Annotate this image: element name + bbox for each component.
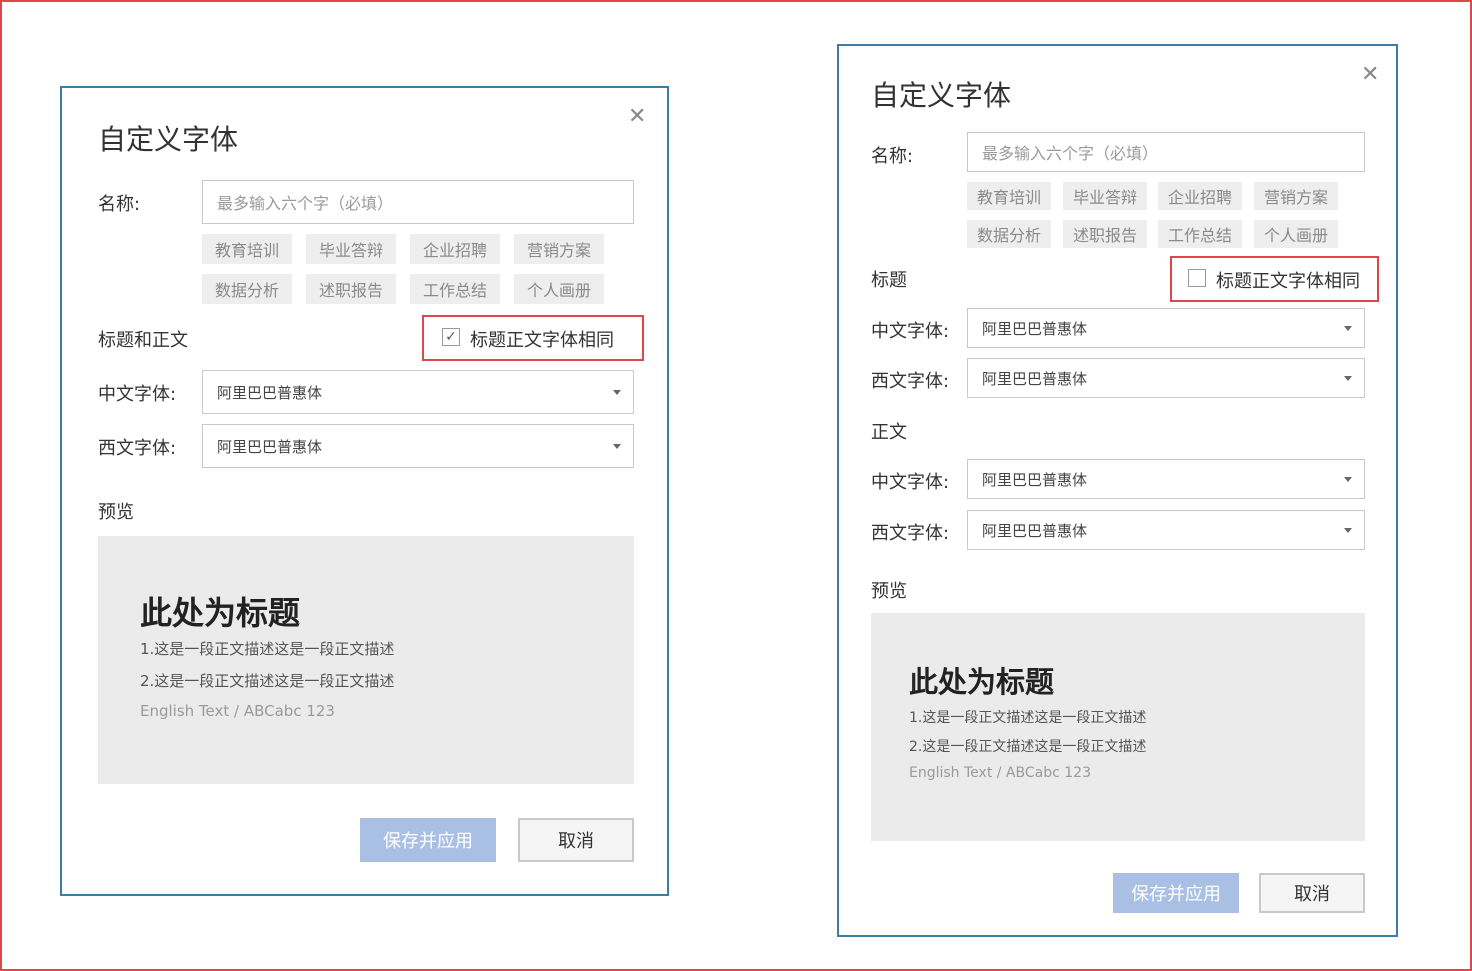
heading-western-font-value: 阿里巴巴普惠体	[982, 369, 1088, 388]
preview-line-1: 1.这是一段正文描述这是一段正文描述	[909, 710, 1147, 726]
check-icon: ✓	[445, 329, 457, 345]
body-western-font-value: 阿里巴巴普惠体	[982, 521, 1088, 540]
preview-panel: 此处为标题 1.这是一段正文描述这是一段正文描述 2.这是一段正文描述这是一段正…	[98, 536, 634, 784]
western-font-value: 阿里巴巴普惠体	[217, 437, 323, 456]
same-font-label[interactable]: 标题正文字体相同	[1216, 267, 1360, 293]
custom-font-dialog-same: 自定义字体 ✕ 名称: 最多输入六个字（必填） 教育培训 毕业答辩 企业招聘 营…	[60, 86, 669, 896]
chevron-down-icon	[613, 444, 621, 449]
dialog-title: 自定义字体	[98, 123, 239, 156]
cancel-button[interactable]: 取消	[518, 818, 634, 862]
preview-label: 预览	[871, 581, 907, 602]
body-chinese-font-value: 阿里巴巴普惠体	[982, 470, 1088, 489]
tag-album[interactable]: 个人画册	[514, 274, 604, 304]
body-chinese-font-label: 中文字体:	[871, 472, 950, 493]
heading-chinese-font-value: 阿里巴巴普惠体	[982, 319, 1088, 338]
tag-recruitment[interactable]: 企业招聘	[410, 234, 500, 264]
tag-album[interactable]: 个人画册	[1254, 220, 1338, 248]
heading-chinese-font-label: 中文字体:	[871, 321, 950, 342]
chinese-font-select[interactable]: 阿里巴巴普惠体	[202, 370, 634, 414]
tag-marketing[interactable]: 营销方案	[514, 234, 604, 264]
save-apply-button[interactable]: 保存并应用	[360, 818, 496, 862]
name-label: 名称:	[98, 194, 141, 215]
same-font-checkbox[interactable]: ✓	[442, 328, 460, 346]
preview-line-2: 2.这是一段正文描述这是一段正文描述	[140, 672, 395, 690]
chevron-down-icon	[1344, 477, 1352, 482]
save-apply-button[interactable]: 保存并应用	[1113, 873, 1239, 913]
preview-line-2: 2.这是一段正文描述这是一段正文描述	[909, 739, 1147, 755]
preview-line-1: 1.这是一段正文描述这是一段正文描述	[140, 640, 395, 658]
tag-report[interactable]: 述职报告	[1063, 220, 1147, 248]
close-icon[interactable]: ✕	[1361, 64, 1379, 86]
section-heading-and-body: 标题和正文	[98, 330, 188, 351]
section-heading: 标题	[871, 270, 907, 291]
western-font-label: 西文字体:	[98, 438, 177, 459]
heading-western-font-label: 西文字体:	[871, 371, 950, 392]
tag-education[interactable]: 教育培训	[202, 234, 292, 264]
tag-work-summary[interactable]: 工作总结	[1158, 220, 1242, 248]
same-font-checkbox[interactable]	[1188, 269, 1206, 287]
tag-recruitment[interactable]: 企业招聘	[1158, 182, 1242, 210]
tag-graduation[interactable]: 毕业答辩	[306, 234, 396, 264]
preview-english: English Text / ABCabc 123	[909, 765, 1091, 781]
tag-education[interactable]: 教育培训	[967, 182, 1051, 210]
section-body: 正文	[871, 422, 907, 443]
tag-graduation[interactable]: 毕业答辩	[1063, 182, 1147, 210]
western-font-select[interactable]: 阿里巴巴普惠体	[202, 424, 634, 468]
chevron-down-icon	[1344, 376, 1352, 381]
close-icon[interactable]: ✕	[628, 106, 646, 128]
chevron-down-icon	[613, 390, 621, 395]
cancel-button[interactable]: 取消	[1259, 873, 1365, 913]
preview-english: English Text / ABCabc 123	[140, 702, 335, 720]
preview-label: 预览	[98, 502, 134, 523]
tag-work-summary[interactable]: 工作总结	[410, 274, 500, 304]
tag-data-analysis[interactable]: 数据分析	[202, 274, 292, 304]
custom-font-dialog-separate: 自定义字体 ✕ 名称: 最多输入六个字（必填） 教育培训 毕业答辩 企业招聘 营…	[837, 44, 1398, 937]
tag-marketing[interactable]: 营销方案	[1254, 182, 1338, 210]
chevron-down-icon	[1344, 326, 1352, 331]
heading-chinese-font-select[interactable]: 阿里巴巴普惠体	[967, 308, 1365, 348]
name-label: 名称:	[871, 146, 914, 167]
chinese-font-label: 中文字体:	[98, 384, 177, 405]
heading-western-font-select[interactable]: 阿里巴巴普惠体	[967, 358, 1365, 398]
same-font-label[interactable]: 标题正文字体相同	[470, 326, 614, 352]
preview-heading: 此处为标题	[140, 594, 301, 632]
chevron-down-icon	[1344, 528, 1352, 533]
body-chinese-font-select[interactable]: 阿里巴巴普惠体	[967, 459, 1365, 499]
tag-data-analysis[interactable]: 数据分析	[967, 220, 1051, 248]
preview-panel: 此处为标题 1.这是一段正文描述这是一段正文描述 2.这是一段正文描述这是一段正…	[871, 613, 1365, 841]
body-western-font-select[interactable]: 阿里巴巴普惠体	[967, 510, 1365, 550]
tag-report[interactable]: 述职报告	[306, 274, 396, 304]
dialog-title: 自定义字体	[871, 79, 1012, 112]
preview-heading: 此处为标题	[909, 665, 1055, 699]
chinese-font-value: 阿里巴巴普惠体	[217, 383, 323, 402]
name-input[interactable]: 最多输入六个字（必填）	[967, 132, 1365, 172]
name-input[interactable]: 最多输入六个字（必填）	[202, 180, 634, 224]
body-western-font-label: 西文字体:	[871, 523, 950, 544]
